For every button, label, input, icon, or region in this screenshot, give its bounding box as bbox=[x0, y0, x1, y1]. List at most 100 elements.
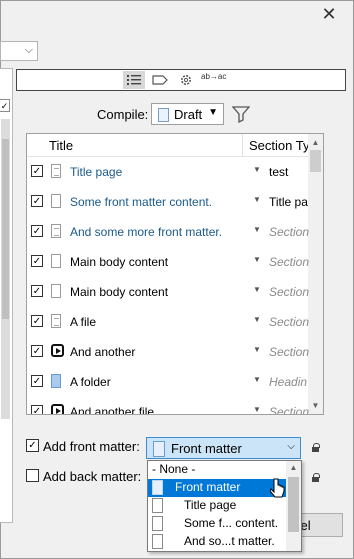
dropdown-option-label: Front matter bbox=[175, 480, 241, 494]
document-icon bbox=[51, 164, 61, 178]
play-icon bbox=[51, 344, 64, 357]
dropdown-option[interactable]: Front matter bbox=[148, 479, 286, 497]
play-icon bbox=[51, 404, 64, 414]
row-section-type[interactable]: test bbox=[269, 165, 288, 179]
chevron-down-icon: ⌵ bbox=[24, 44, 33, 56]
blank-document-icon bbox=[152, 516, 163, 531]
section-type-dropdown-icon[interactable]: ▼ bbox=[253, 285, 261, 294]
row-checkbox[interactable]: ✓ bbox=[31, 165, 43, 177]
row-title: And some more front matter. bbox=[70, 225, 223, 239]
table-row[interactable]: ✓ And another ▼ Section bbox=[27, 337, 309, 367]
front-matter-icon bbox=[153, 441, 165, 457]
list-icon[interactable] bbox=[123, 71, 145, 89]
left-partial-combo[interactable]: ⌵ bbox=[0, 41, 38, 61]
filter-icon[interactable] bbox=[231, 105, 251, 124]
blank-document-icon bbox=[51, 194, 61, 208]
dropdown-option[interactable]: Some f... content. bbox=[148, 515, 286, 533]
row-title: And another file bbox=[70, 405, 155, 415]
row-checkbox[interactable]: ✓ bbox=[31, 195, 43, 207]
scroll-down-icon[interactable]: ▼ bbox=[308, 398, 323, 413]
front-matter-label: Add front matter: bbox=[43, 439, 140, 454]
lock-icon[interactable] bbox=[311, 473, 320, 482]
front-matter-dropdown-list: ▲ - None - Front matter Title page Some f..… bbox=[147, 460, 302, 552]
row-section-type[interactable]: Section bbox=[269, 255, 309, 269]
row-section-type[interactable]: Headin bbox=[269, 375, 307, 389]
compile-format-select[interactable]: Draft ▼ bbox=[151, 103, 224, 125]
label-icon[interactable] bbox=[149, 71, 171, 89]
blank-document-icon bbox=[51, 254, 61, 268]
section-type-dropdown-icon[interactable]: ▼ bbox=[253, 225, 261, 234]
section-type-dropdown-icon[interactable]: ▼ bbox=[253, 345, 261, 354]
row-checkbox[interactable]: ✓ bbox=[31, 255, 43, 267]
gear-icon[interactable] bbox=[175, 71, 197, 89]
front-matter-checkbox[interactable]: ✓ bbox=[26, 439, 39, 452]
table-row[interactable]: ✓ Title page ▼ test bbox=[27, 157, 308, 187]
compile-format-value: Draft bbox=[174, 107, 203, 122]
scroll-up-icon[interactable]: ▲ bbox=[286, 461, 301, 475]
row-checkbox[interactable]: ✓ bbox=[31, 285, 43, 297]
row-section-type[interactable]: Title pa bbox=[269, 195, 308, 209]
front-matter-icon bbox=[152, 480, 163, 495]
row-section-type[interactable]: Section bbox=[269, 405, 309, 414]
row-title: A file bbox=[70, 315, 97, 329]
cancel-button[interactable]: cel bbox=[295, 513, 343, 537]
table-row[interactable]: ✓ And another file ▼ Section bbox=[27, 397, 309, 415]
row-title: Main body content bbox=[70, 255, 169, 269]
table-row[interactable]: ✓ Main body content ▼ Section bbox=[27, 247, 309, 277]
row-title: A folder bbox=[70, 375, 111, 389]
row-checkbox[interactable]: ✓ bbox=[31, 225, 43, 237]
row-section-type[interactable]: Section bbox=[269, 315, 309, 329]
replace-glyph: ab→ac bbox=[201, 72, 227, 81]
contents-table: Title Section Type ▲ ▼ ✓ Title page ▼ test ✓… bbox=[26, 133, 324, 415]
left-panel-scrollbar[interactable] bbox=[1, 119, 10, 419]
left-panel-checkbox[interactable]: ✓ bbox=[0, 99, 10, 112]
row-title: Title page bbox=[70, 165, 123, 179]
section-type-dropdown-icon[interactable]: ▼ bbox=[253, 315, 261, 324]
scroll-thumb[interactable] bbox=[310, 150, 321, 172]
row-checkbox[interactable]: ✓ bbox=[31, 345, 43, 357]
back-matter-checkbox[interactable] bbox=[26, 469, 39, 482]
document-icon bbox=[51, 314, 61, 328]
section-type-dropdown-icon[interactable]: ▼ bbox=[253, 165, 261, 174]
table-row[interactable]: ✓ Some front matter content. ▼ Title pa bbox=[27, 187, 308, 217]
compile-toolbar: ab→ac bbox=[16, 69, 346, 91]
row-checkbox[interactable]: ✓ bbox=[31, 405, 43, 414]
dropdown-option[interactable]: - None - bbox=[148, 461, 286, 479]
row-checkbox[interactable]: ✓ bbox=[31, 375, 43, 387]
table-row[interactable]: ✓ A file ▼ Section bbox=[27, 307, 309, 337]
document-icon bbox=[51, 224, 61, 238]
row-title: And another bbox=[70, 345, 136, 359]
section-type-dropdown-icon[interactable]: ▼ bbox=[253, 405, 261, 414]
folder-icon bbox=[51, 374, 61, 388]
scroll-up-icon[interactable]: ▲ bbox=[308, 135, 323, 150]
row-title: Some front matter content. bbox=[70, 195, 213, 209]
dropdown-option[interactable]: And so...t matter. bbox=[148, 533, 286, 551]
table-header: Title Section Type bbox=[27, 134, 323, 157]
section-type-dropdown-icon[interactable]: ▼ bbox=[253, 375, 261, 384]
dropdown-option[interactable]: Title page bbox=[148, 497, 286, 515]
document-icon bbox=[158, 108, 169, 122]
dropdown-option-label: And so...t matter. bbox=[184, 534, 275, 548]
row-section-type[interactable]: Section bbox=[269, 285, 309, 299]
dropdown-scrollbar[interactable]: ▲ bbox=[286, 461, 301, 551]
dropdown-option-label: Title page bbox=[184, 498, 237, 512]
row-checkbox[interactable]: ✓ bbox=[31, 315, 43, 327]
table-row[interactable]: ✓ A folder ▼ Headin bbox=[27, 367, 308, 397]
column-header-title[interactable]: Title bbox=[49, 138, 73, 153]
replace-icon[interactable]: ab→ac bbox=[201, 71, 227, 89]
dropdown-option[interactable] bbox=[148, 551, 286, 552]
section-type-dropdown-icon[interactable]: ▼ bbox=[253, 195, 261, 204]
table-row[interactable]: ✓ And some more front matter. ▼ Section bbox=[27, 217, 309, 247]
blank-document-icon bbox=[152, 534, 163, 549]
front-matter-value: Front matter bbox=[171, 441, 242, 456]
lock-icon[interactable] bbox=[311, 443, 320, 452]
close-icon[interactable]: ✕ bbox=[318, 3, 340, 25]
table-scrollbar[interactable]: ▲ ▼ bbox=[308, 134, 323, 414]
left-partial-panel: ✓ bbox=[0, 68, 13, 523]
row-section-type[interactable]: Section bbox=[269, 345, 309, 359]
front-matter-select[interactable]: Front matter ⌵ bbox=[146, 437, 301, 459]
scroll-thumb[interactable] bbox=[288, 477, 299, 532]
row-section-type[interactable]: Section bbox=[269, 225, 309, 239]
table-row[interactable]: ✓ Main body content ▼ Section bbox=[27, 277, 309, 307]
section-type-dropdown-icon[interactable]: ▼ bbox=[253, 255, 261, 264]
